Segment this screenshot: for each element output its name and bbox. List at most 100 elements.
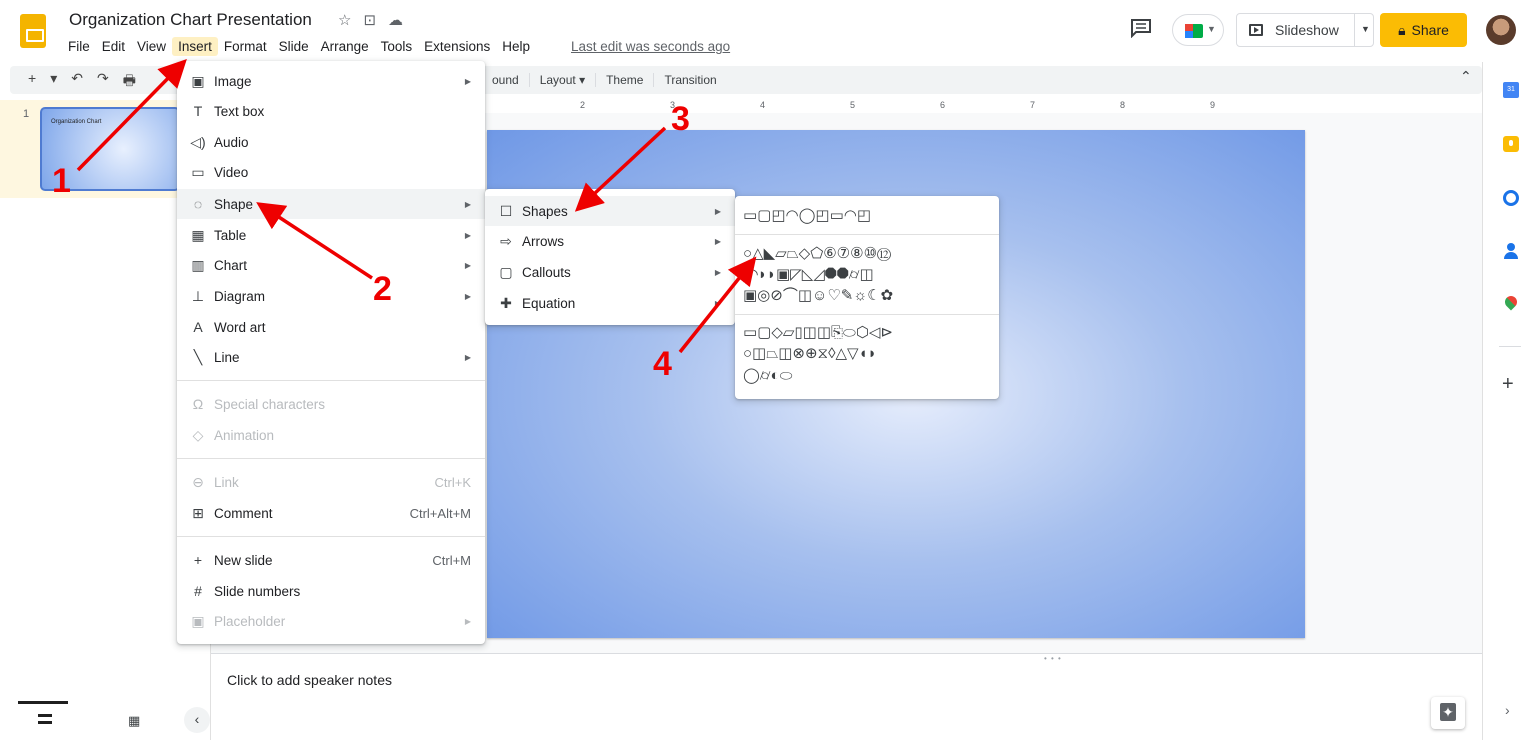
submenu-arrow-icon: ▶: [464, 291, 471, 301]
menu-item-arrows[interactable]: ⇨ Arrows ▶: [485, 226, 735, 256]
menu-item-equation[interactable]: ✚ Equation ▶: [485, 288, 735, 318]
expand-panel-icon[interactable]: ›: [1505, 702, 1510, 718]
explore-icon[interactable]: [1431, 697, 1465, 729]
menu-item-image[interactable]: ▣ Image ▶: [177, 66, 485, 96]
slideshow-dropdown-icon[interactable]: ▼: [1361, 24, 1370, 34]
title-icons: ☆ ⊡ ☁: [338, 11, 403, 29]
menu-bar: File Edit View Insert Format Slide Arran…: [62, 37, 536, 56]
shapes-row-flowchart-2[interactable]: ○◫⏢◫⊗⊕⧖◊△▽◖◗: [743, 344, 877, 364]
menu-edit[interactable]: Edit: [96, 37, 131, 56]
menu-insert[interactable]: Insert: [172, 37, 218, 56]
menu-view[interactable]: View: [131, 37, 172, 56]
cloud-status-icon[interactable]: ☁: [388, 11, 403, 29]
redo-icon[interactable]: ↷: [97, 70, 109, 94]
menu-item-shapes[interactable]: ☐ Shapes ▶: [485, 196, 735, 226]
plus-icon: +: [193, 552, 203, 568]
ruler-mark: 7: [1030, 100, 1036, 110]
menu-tools[interactable]: Tools: [375, 37, 419, 56]
shapes-palette: ▭▢◰◠◯◰▭◠◰ ○△◣▱⏢◇⬠⑥⑦⑧⑩⑫ ◔◝◗◗▣◸◺◿⯃⯃⌭◫ ▣◎⊘⌒…: [735, 196, 999, 399]
shapes-row-flowchart-3[interactable]: ◯⌭◐⬭: [743, 366, 792, 386]
menu-help[interactable]: Help: [496, 37, 536, 56]
word-art-icon: A: [193, 319, 203, 335]
menu-item-audio[interactable]: ◁) Audio: [177, 127, 485, 157]
line-icon: ╲: [193, 348, 203, 365]
star-icon[interactable]: ☆: [338, 11, 351, 29]
annotation-number-2: 2: [373, 270, 392, 308]
chevron-down-icon[interactable]: ▾: [50, 70, 57, 94]
menu-item-placeholder[interactable]: ▣ Placeholder ▶: [177, 606, 485, 636]
calendar-icon[interactable]: 31: [1503, 82, 1519, 98]
submenu-arrow-icon: ▶: [464, 260, 471, 270]
menu-item-callouts[interactable]: ▢ Callouts ▶: [485, 257, 735, 287]
audio-icon: ◁): [190, 133, 206, 150]
plus-cross-icon: ✚: [500, 294, 512, 311]
filmstrip-footer: ▦ ‹: [0, 698, 210, 740]
notes-resize-handle[interactable]: • • •: [211, 653, 1482, 663]
undo-icon[interactable]: ↶: [71, 70, 83, 94]
grid-view-icon[interactable]: ▦: [128, 713, 140, 729]
menu-arrange[interactable]: Arrange: [315, 37, 375, 56]
menu-item-shape[interactable]: ◌ Shape ▶: [177, 189, 485, 219]
background-button[interactable]: ound: [482, 73, 529, 87]
transition-button[interactable]: Transition: [653, 73, 726, 87]
ruler-mark: 4: [760, 100, 766, 110]
theme-button[interactable]: Theme: [595, 73, 653, 87]
chart-icon: ▥: [191, 256, 205, 273]
share-button[interactable]: 🔒︎ Share: [1380, 13, 1467, 47]
menu-extensions[interactable]: Extensions: [418, 37, 496, 56]
collapse-filmstrip-icon[interactable]: ‹: [184, 707, 210, 733]
square-icon: ☐: [499, 202, 513, 219]
avatar[interactable]: [1486, 15, 1516, 45]
print-icon[interactable]: 🖶: [123, 70, 136, 94]
new-slide-icon[interactable]: +: [28, 70, 36, 94]
menu-item-comment[interactable]: ⊞ Comment Ctrl+Alt+M: [177, 498, 485, 528]
add-addon-icon[interactable]: +: [1502, 374, 1514, 394]
menu-item-new-slide[interactable]: + New slide Ctrl+M: [177, 545, 485, 575]
hash-icon: #: [194, 583, 202, 599]
menu-slide[interactable]: Slide: [273, 37, 315, 56]
side-panel: 31 + ›: [1482, 62, 1536, 740]
omega-icon: Ω: [192, 396, 204, 412]
tasks-icon[interactable]: [1503, 190, 1519, 206]
menu-item-slide-numbers[interactable]: # Slide numbers: [177, 576, 485, 606]
placeholder-icon: ▣: [191, 612, 205, 629]
menu-item-animation[interactable]: ◇ Animation: [177, 420, 485, 450]
layout-button[interactable]: Layout ▾: [528, 73, 595, 87]
menu-item-video[interactable]: ▭ Video: [177, 157, 485, 187]
menu-format[interactable]: Format: [218, 37, 273, 56]
contacts-icon[interactable]: [1503, 243, 1519, 259]
menu-item-table[interactable]: ▦ Table ▶: [177, 220, 485, 250]
toolbar-right: ound Layout ▾ Theme Transition: [482, 73, 727, 87]
maps-icon[interactable]: [1503, 296, 1519, 312]
collapse-toolbar-icon[interactable]: ⌃: [1460, 68, 1472, 85]
menu-file[interactable]: File: [62, 37, 96, 56]
shape-icon: ◌: [193, 196, 203, 212]
shapes-row-basic-2[interactable]: ◔◝◗◗▣◸◺◿⯃⯃⌭◫: [743, 265, 874, 285]
menu-item-link[interactable]: ⊖ Link Ctrl+K: [177, 467, 485, 497]
menu-item-word-art[interactable]: A Word art: [177, 312, 485, 342]
slides-logo-icon[interactable]: [20, 14, 46, 48]
table-icon: ▦: [191, 226, 205, 243]
slideshow-button[interactable]: Slideshow ▼: [1236, 13, 1374, 47]
last-edit-link[interactable]: Last edit was seconds ago: [571, 39, 730, 54]
meet-button[interactable]: ▼: [1172, 14, 1224, 46]
filmstrip-view-icon[interactable]: [38, 714, 52, 724]
shapes-row-flowchart-1[interactable]: ▭▢◇▱▯◫◫⎘⬭⬡◁⊳: [743, 323, 893, 343]
shapes-row-rectangles[interactable]: ▭▢◰◠◯◰▭◠◰: [743, 206, 871, 226]
menu-item-special-characters[interactable]: Ω Special characters: [177, 389, 485, 419]
shapes-row-basic-3[interactable]: ▣◎⊘⌒◫☺♡✎☼☾✿: [743, 286, 893, 306]
menu-item-diagram[interactable]: ⊥ Diagram ▶: [177, 281, 485, 311]
speaker-notes[interactable]: Click to add speaker notes: [227, 672, 392, 688]
menu-item-chart[interactable]: ▥ Chart ▶: [177, 250, 485, 280]
ruler-mark: 5: [850, 100, 856, 110]
keep-icon[interactable]: [1503, 136, 1519, 152]
shapes-row-basic-1[interactable]: ○△◣▱⏢◇⬠⑥⑦⑧⑩⑫: [743, 244, 891, 264]
submenu-arrow-icon: ▶: [714, 206, 721, 216]
document-title[interactable]: Organization Chart Presentation: [69, 10, 312, 30]
comments-icon[interactable]: [1130, 18, 1152, 38]
submenu-arrow-icon: ▶: [714, 236, 721, 246]
move-folder-icon[interactable]: ⊡: [363, 11, 376, 29]
chevron-down-icon: ▼: [1207, 24, 1216, 34]
menu-item-line[interactable]: ╲ Line ▶: [177, 342, 485, 372]
menu-item-text-box[interactable]: T Text box: [177, 96, 485, 126]
